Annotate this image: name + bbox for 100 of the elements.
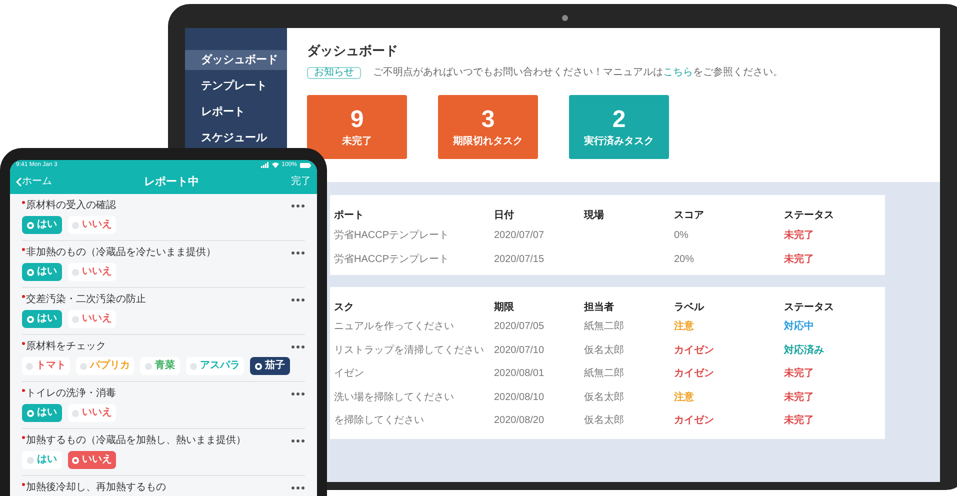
column-header: 現場 (584, 210, 604, 221)
table-cell: 2020/07/15 (494, 254, 544, 264)
table-cell: 2020/08/20 (494, 415, 544, 426)
column-header: スコア (674, 210, 704, 221)
question-label: 原材料の受入の確認 (26, 201, 116, 211)
stat-label: 実行済みタスク (584, 136, 654, 146)
radio-icon (72, 410, 79, 416)
wifi-icon (272, 162, 279, 168)
status-text: 未完了 (784, 415, 814, 426)
table-cell: 洗い場を掃除してください (334, 392, 454, 403)
radio-icon (27, 456, 34, 464)
question-label: トイレの洗浄・消毒 (26, 389, 116, 399)
table-cell: 仮名太郎 (584, 344, 624, 356)
label-text: 注意 (674, 321, 694, 332)
sidebar-item[interactable]: レポート (185, 102, 287, 122)
radio-icon (26, 362, 33, 370)
status-text: 未完了 (784, 392, 814, 403)
stat-label: 未完了 (342, 136, 372, 146)
status-text: 対応中 (784, 321, 814, 332)
signal-icon (260, 162, 269, 168)
table-cell: 0% (674, 230, 688, 240)
table-cell: リストラップを清掃してください (334, 344, 484, 356)
sidebar-item[interactable]: スケジュール (185, 128, 287, 148)
more-icon[interactable] (291, 392, 305, 396)
table-cell: 2020/07/05 (494, 321, 544, 332)
table-cell: 紙無二郎 (584, 321, 624, 332)
table-cell: 仮名太郎 (584, 415, 624, 426)
more-icon[interactable] (291, 298, 305, 302)
question-label: 非加熱のもの（冷蔵品を冷たいまま提供） (26, 248, 216, 258)
status-text: 未完了 (784, 254, 814, 264)
column-header: ステータス (784, 302, 834, 313)
table-cell: 仮名太郎 (584, 392, 624, 403)
table-cell: 20% (674, 254, 694, 264)
back-button[interactable]: ホーム (16, 177, 52, 187)
notice-badge: お知らせ (307, 67, 361, 79)
option-button[interactable]: いいえ (68, 451, 116, 469)
screen-title: レポート中 (144, 176, 199, 188)
table-cell: ニュアルを作ってください (334, 321, 454, 332)
option-button[interactable]: 茄子 (250, 357, 290, 375)
stat-value: 2 (612, 108, 626, 132)
column-header: 期限 (494, 302, 514, 313)
sidebar-item[interactable]: テンプレート (185, 76, 287, 96)
option-button[interactable]: アスパラ (186, 357, 244, 375)
more-icon[interactable] (291, 204, 305, 208)
stat-label: 期限切れタスク (453, 136, 523, 146)
done-button[interactable]: 完了 (291, 177, 311, 187)
more-icon[interactable] (291, 486, 305, 490)
table-cell: 2020/08/10 (494, 392, 544, 403)
question-label: 原材料をチェック (26, 342, 106, 352)
radio-icon (27, 268, 34, 276)
radio-icon (255, 362, 262, 370)
column-header: ラベル (674, 302, 704, 313)
option-button[interactable]: いいえ (68, 310, 116, 328)
more-icon[interactable] (291, 345, 305, 349)
column-header: スク (334, 302, 354, 313)
radio-icon (72, 316, 79, 322)
radio-icon (72, 456, 79, 464)
table-cell: を掃除してください (334, 415, 424, 426)
label-text: 注意 (674, 392, 694, 403)
table-cell: 2020/07/07 (494, 230, 544, 240)
column-header: 日付 (494, 210, 514, 221)
option-button[interactable]: はい (22, 404, 62, 422)
table-cell: 労省HACCPテンプレート (334, 230, 450, 240)
radio-icon (27, 410, 34, 416)
radio-icon (72, 222, 79, 228)
status-text: 対応済み (784, 344, 824, 356)
radio-icon (145, 362, 152, 370)
chevron-left-icon (16, 177, 22, 187)
more-icon[interactable] (291, 439, 305, 443)
sidebar-item[interactable]: ダッシュボード (185, 50, 287, 70)
option-button[interactable]: いいえ (68, 263, 116, 281)
manual-link[interactable]: こちら (663, 67, 693, 78)
option-button[interactable]: はい (22, 263, 62, 281)
label-text: カイゼン (674, 415, 714, 426)
radio-icon (27, 222, 34, 228)
question-label: 交差汚染・二次汚染の防止 (26, 295, 146, 305)
option-button[interactable]: はい (22, 310, 62, 328)
table-cell: 紙無二郎 (584, 368, 624, 380)
column-header: ポート (334, 210, 364, 221)
status-text: 未完了 (784, 230, 814, 240)
option-button[interactable]: パプリカ (76, 357, 134, 375)
radio-icon (80, 362, 87, 370)
option-button[interactable]: いいえ (68, 216, 116, 234)
option-button[interactable]: 青菜 (140, 357, 180, 375)
label-text: カイゼン (674, 344, 714, 356)
option-button[interactable]: はい (22, 451, 62, 469)
radio-icon (190, 362, 197, 370)
radio-icon (27, 316, 34, 322)
option-button[interactable]: はい (22, 216, 62, 234)
page-title: ダッシュボード (307, 44, 399, 57)
option-button[interactable]: トマト (22, 357, 70, 375)
more-icon[interactable] (291, 251, 305, 255)
radio-icon (72, 268, 79, 276)
table-cell: イゼン (334, 368, 364, 380)
table-cell: 2020/07/10 (494, 344, 544, 356)
stat-value: 3 (481, 108, 495, 132)
status-text: 未完了 (784, 368, 814, 380)
column-header: ステータス (784, 210, 834, 221)
table-cell: 労省HACCPテンプレート (334, 254, 450, 264)
option-button[interactable]: いいえ (68, 404, 116, 422)
